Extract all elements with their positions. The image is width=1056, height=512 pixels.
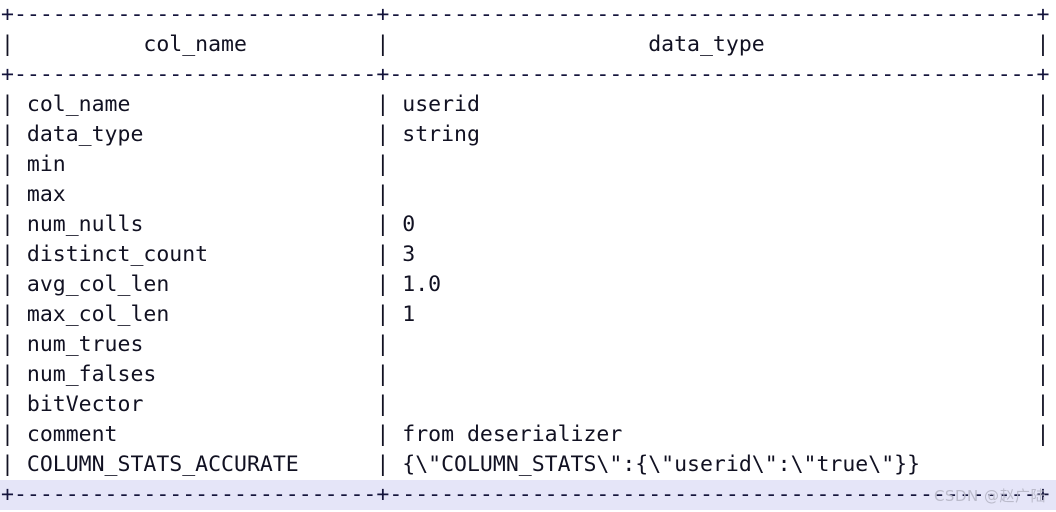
table-row: | col_name | userid | (1, 92, 1050, 117)
table-row: | COLUMN_STATS_ACCURATE | {\"COLUMN_STAT… (1, 452, 1056, 477)
table-header-row: | col_name | data_type | (1, 32, 1050, 57)
table-row: | max_col_len | 1 | (1, 302, 1050, 327)
terminal-output: +----------------------------+----------… (0, 0, 1056, 512)
table-rule-header: +----------------------------+----------… (1, 62, 1050, 87)
table-row: | comment | from deserializer | (1, 422, 1050, 447)
table-rule-top: +----------------------------+----------… (1, 2, 1050, 27)
table-row: | distinct_count | 3 | (1, 242, 1050, 267)
table-row: | num_nulls | 0 | (1, 212, 1050, 237)
table-row: | min | | (1, 152, 1050, 177)
table-row: | avg_col_len | 1.0 | (1, 272, 1050, 297)
table-row: | bitVector | | (1, 392, 1050, 417)
table-rule-bottom: +----------------------------+----------… (0, 480, 1056, 510)
table-row: | data_type | string | (1, 122, 1050, 147)
table-row: | max | | (1, 182, 1050, 207)
table-row: | num_falses | | (1, 362, 1050, 387)
table-row: | num_trues | | (1, 332, 1050, 357)
